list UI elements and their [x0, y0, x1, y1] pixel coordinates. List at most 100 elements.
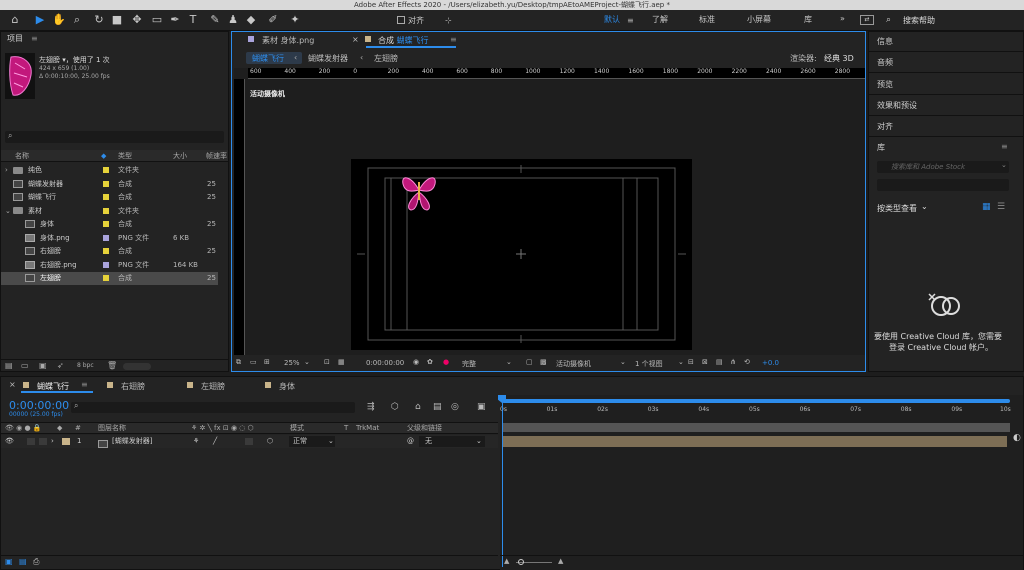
layer-duration-bar[interactable]	[502, 436, 1007, 447]
hand-tool-icon[interactable]: ✋	[52, 13, 66, 27]
column-name[interactable]: 名称	[15, 150, 29, 162]
project-item-row[interactable]: 身体 合成 25	[1, 218, 218, 231]
column-layer-name[interactable]: 图层名称	[98, 423, 126, 434]
quality-icon[interactable]: ╱	[213, 435, 217, 448]
pan-behind-tool-icon[interactable]: ✥	[130, 13, 144, 27]
workspace-small-screen[interactable]: 小屏幕	[747, 14, 771, 25]
zoom-out-icon[interactable]: ▲	[504, 557, 509, 565]
eraser-tool-icon[interactable]: ◆	[244, 13, 258, 27]
rotate-tool-icon[interactable]: ↻	[92, 13, 106, 27]
thumbnail-scrollbar[interactable]	[123, 363, 151, 370]
timeline-tab[interactable]: 身体	[279, 381, 295, 392]
zoom-select[interactable]: 25%	[284, 359, 300, 367]
panel-menu-icon[interactable]: ≡	[81, 380, 88, 389]
view-by-type-dropdown[interactable]: 按类型查看	[877, 203, 917, 214]
workspace-more[interactable]: »	[840, 14, 845, 23]
show-snapshot-icon[interactable]: ✿	[427, 358, 433, 366]
pick-whip-icon[interactable]: @	[407, 435, 414, 448]
label-swatch[interactable]	[103, 275, 109, 288]
transparency-grid-icon[interactable]: ▩	[540, 358, 547, 366]
column-size[interactable]: 大小	[173, 150, 187, 162]
breadcrumb-butterfly-flight[interactable]: 蝴蝶飞行	[252, 53, 284, 64]
shy-layers-icon[interactable]: ⌂	[415, 402, 421, 412]
search-icon[interactable]: ⌕	[886, 15, 891, 25]
label-column-icon[interactable]: ◆	[101, 150, 106, 162]
collapse-transform-icon[interactable]: ⚘	[193, 435, 199, 448]
workspace-library[interactable]: 库	[804, 14, 812, 25]
close-tab-icon[interactable]: ×	[9, 380, 16, 389]
exposure-value[interactable]: +0.0	[762, 359, 779, 367]
rectangle-tool-icon[interactable]: ▭	[150, 13, 164, 27]
effects-presets-panel-tab[interactable]: 效果和预设	[877, 100, 917, 111]
close-tab-icon[interactable]: ×	[352, 35, 359, 44]
type-tool-icon[interactable]: T	[186, 13, 200, 27]
library-search-input[interactable]: 搜索库和 Adobe Stock ⌄	[877, 161, 1009, 173]
render-time-icon[interactable]: ⎙	[33, 557, 39, 567]
grid-view-icon[interactable]: ▦	[982, 202, 991, 212]
zoom-tool-icon[interactable]: ⌕	[70, 13, 84, 27]
render-queue-icon[interactable]: ➶	[57, 361, 64, 370]
3d-layer-icon[interactable]: ⬡	[267, 435, 273, 448]
project-search-input[interactable]: ⌕	[5, 131, 224, 143]
column-trkmat[interactable]: TrkMat	[356, 423, 379, 434]
timeline-track-area[interactable]: 0s 01s 02s 03s 04s 05s 06s 07s 08s 09s 10s ◐	[498, 395, 1023, 570]
list-view-icon[interactable]: ☰	[997, 202, 1005, 212]
sync-icon[interactable]: ⇄	[860, 15, 874, 25]
draft-3d-icon[interactable]: ⬡	[391, 402, 399, 412]
visibility-eye-icon[interactable]: 👁	[5, 435, 14, 448]
project-item-row[interactable]: 右翅膀 合成 25	[1, 245, 218, 258]
new-folder-icon[interactable]: ▭	[21, 361, 29, 370]
resolution-select[interactable]: 完整	[462, 359, 476, 369]
new-composition-icon[interactable]: ▣	[39, 361, 47, 370]
safe-guides-icon[interactable]: ⊡	[324, 358, 330, 366]
panel-menu-icon[interactable]: ≡	[31, 34, 38, 43]
layer-switches-toggle-icon[interactable]: ▣	[5, 557, 13, 566]
column-fps[interactable]: 帧速率	[206, 150, 227, 162]
help-search-input[interactable]: 搜索帮助	[903, 15, 935, 26]
breadcrumb-left-wing[interactable]: 左翅膀	[374, 53, 398, 64]
table-row[interactable]: 👁 › 1 [蝴蝶发射器] ⚘ ╱ ⬡ 正常 ⌄ @ 无 ⌄	[1, 435, 498, 448]
region-icon[interactable]: ▭	[250, 358, 257, 366]
disclosure-arrow-icon[interactable]: ›	[5, 164, 8, 177]
zoom-in-icon[interactable]: ▲	[558, 557, 563, 565]
project-item-row[interactable]: 蝴蝶飞行 合成 25	[1, 191, 218, 204]
camera-tool-icon[interactable]: ■	[110, 13, 124, 27]
workspace-standard[interactable]: 标准	[699, 14, 715, 25]
project-item-row[interactable]: 左翅膀 合成 25	[1, 272, 218, 285]
composition-flowchart-icon[interactable]: ⇶	[367, 402, 375, 412]
column-mode[interactable]: 模式	[290, 423, 304, 434]
column-t[interactable]: T	[344, 423, 348, 434]
puppet-tool-icon[interactable]: ✦	[288, 13, 302, 27]
camera-select[interactable]: 活动摄像机	[556, 359, 591, 369]
lock-switch[interactable]	[39, 438, 47, 445]
comp-canvas[interactable]	[351, 159, 692, 350]
view-layout-select[interactable]: 1 个视图	[635, 359, 663, 369]
disclosure-arrow-icon[interactable]: ⌄	[5, 205, 11, 218]
zoom-slider-thumb[interactable]	[518, 559, 524, 565]
butterfly-layer[interactable]	[401, 170, 437, 212]
snap-icon[interactable]: ⊹	[445, 16, 452, 25]
layer-label-swatch[interactable]	[62, 438, 70, 445]
flowchart-icon[interactable]: ⋔	[730, 358, 736, 366]
solo-switch[interactable]	[27, 438, 35, 445]
roi-icon[interactable]: ▢	[526, 358, 533, 366]
project-item-row[interactable]: 身体.png PNG 文件 6 KB	[1, 232, 218, 245]
comp-viewer[interactable]: 600 400 200 0 200 400 600 800 1000 1200 1400 1600 18…	[234, 68, 865, 355]
project-item-row[interactable]: ⌄ 素材 文件夹	[1, 205, 218, 218]
tab-composition[interactable]: 合成 蝴蝶飞行	[378, 35, 429, 46]
interpret-footage-icon[interactable]: ▤	[5, 361, 13, 370]
work-area-range[interactable]	[502, 423, 1010, 432]
panel-menu-icon[interactable]: ≡	[450, 35, 457, 44]
switch-box[interactable]	[245, 438, 253, 445]
breadcrumb-emitter[interactable]: 蝴蝶发射器	[308, 53, 348, 64]
align-panel-tab[interactable]: 对齐	[877, 121, 893, 132]
pen-tool-icon[interactable]: ✒	[168, 13, 182, 27]
snapshot-icon[interactable]: ◉	[413, 358, 419, 366]
work-area-bar[interactable]	[502, 399, 1010, 403]
frame-blending-icon[interactable]: ▤	[433, 402, 442, 412]
motion-blur-icon[interactable]: ◎	[451, 402, 459, 412]
library-select[interactable]	[877, 179, 1009, 191]
panel-menu-icon[interactable]: ≡	[1001, 142, 1008, 151]
audio-panel-tab[interactable]: 音频	[877, 57, 893, 68]
project-item-row[interactable]: 蝴蝶发射器 合成 25	[1, 178, 218, 191]
